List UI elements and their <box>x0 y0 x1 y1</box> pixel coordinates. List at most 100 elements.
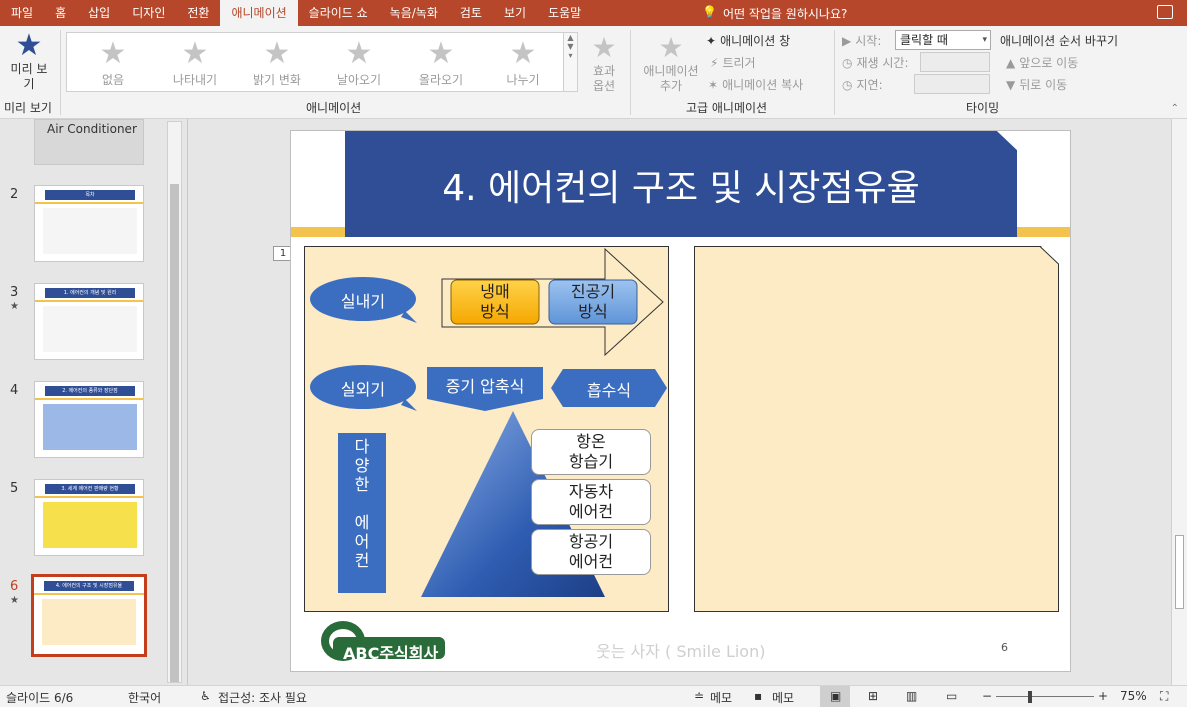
tab-1[interactable]: 홈 <box>44 0 77 26</box>
slide-thumbnail-1[interactable]: Air Conditioner <box>34 119 144 165</box>
vertical-scrollbar[interactable] <box>1171 119 1187 685</box>
ribbon: ★ 미리 보기 미리 보기 ★ 없음 ★ 나타내기 ★ 밝기 변화 ★ 날아오기 ★ 올라오기 ★ 나… <box>0 26 1187 119</box>
thumbnail-accent <box>35 300 143 302</box>
tab-8[interactable]: 검토 <box>449 0 493 26</box>
effect-options-label: 효과 옵션 <box>592 64 616 93</box>
vapor-compression-label: 증기 압축식 <box>445 377 525 396</box>
start-dropdown[interactable]: 클릭할 때 ▾ <box>895 30 991 50</box>
lightning-icon: ⚡ <box>710 55 719 70</box>
reading-view-icon[interactable]: ▥ <box>906 689 917 703</box>
add-animation-button[interactable]: ★ 애니메이션 추가 <box>638 32 704 94</box>
animation-option-5[interactable]: ★ 나누기 <box>483 37 563 88</box>
thumbnail-accent <box>35 398 143 400</box>
trigger-label: 트리거 <box>722 56 756 70</box>
notes-button[interactable]: 메모 <box>710 689 732 706</box>
star-icon: ★ <box>591 31 617 64</box>
add-animation-label: 애니메이션 추가 <box>643 64 699 93</box>
slide-sorter-icon[interactable]: ⊞ <box>868 689 878 703</box>
market-share-panel[interactable] <box>694 246 1059 612</box>
slide-thumbnail-5[interactable]: 3. 세계 에어컨 판매량 현황 <box>34 479 144 556</box>
delay-spinner[interactable] <box>914 74 990 94</box>
thumbnail-body <box>43 306 137 352</box>
indoor-label: 실내기 <box>340 292 386 311</box>
move-later-button[interactable]: ▼ 뒤로 이동 <box>1006 76 1067 93</box>
slide-count: 슬라이드 6/6 <box>6 691 74 705</box>
zoom-out-button[interactable]: − <box>982 689 992 703</box>
collapse-ribbon-icon[interactable]: ⌃ <box>1171 103 1179 114</box>
animation-option-4[interactable]: ★ 올라오기 <box>401 37 481 88</box>
animation-painter-button[interactable]: ✶ 애니메이션 복사 <box>708 76 803 93</box>
start-label-row: ▶ 시작: <box>842 32 881 49</box>
animation-gallery: ★ 없음 ★ 나타내기 ★ 밝기 변화 ★ 날아오기 ★ 올라오기 ★ 나누기 ▲ ▼ ▾ <box>66 32 578 92</box>
thumbnail-number: 4 <box>10 383 19 398</box>
triangle-down-icon: ▼ <box>1006 77 1016 92</box>
comments-button[interactable]: 메모 <box>772 689 794 706</box>
preview-button[interactable]: ★ 미리 보기 <box>4 30 54 92</box>
thumbnail-scroll-thumb[interactable] <box>170 184 179 682</box>
slide-thumbnail-6[interactable]: 4. 에어컨의 구조 및 시장점유율 <box>31 574 147 657</box>
tab-5[interactable]: 애니메이션 <box>220 0 298 26</box>
animation-option-1[interactable]: ★ 나타내기 <box>155 37 235 88</box>
play-icon: ▶ <box>842 33 852 48</box>
thumbnail-title: 4. 에어컨의 구조 및 시장점유율 <box>44 581 134 591</box>
fit-slide-icon[interactable]: ⛶ <box>1160 689 1168 704</box>
lightbulb-icon: 💡 <box>702 5 717 19</box>
comments-icon[interactable] <box>1157 5 1173 19</box>
trigger-button[interactable]: ⚡ 트리거 <box>710 54 756 71</box>
company-logo: ABC주식회사 <box>307 617 447 665</box>
ribbon-tab-bar: 파일 홈 삽입 디자인 전환 애니메이션 슬라이드 쇼 녹음/녹화 검토 보기 도움말 <box>0 0 1187 26</box>
comment-icon[interactable]: ▪ <box>754 689 762 703</box>
slide-thumbnail-2[interactable]: 목차 <box>34 185 144 262</box>
thumbnail-title: 2. 에어컨의 종류와 장단점 <box>45 386 135 396</box>
language-status[interactable]: 한국어 <box>128 689 161 706</box>
tab-2[interactable]: 삽입 <box>77 0 121 26</box>
duration-label: 재생 시간: <box>856 56 909 70</box>
start-label: 시작: <box>855 34 882 48</box>
move-earlier-button[interactable]: ▲ 앞으로 이동 <box>1006 54 1078 71</box>
tab-9[interactable]: 보기 <box>493 0 537 26</box>
slideshow-icon[interactable]: ▭ <box>946 689 957 703</box>
tab-10[interactable]: 도움말 <box>537 0 592 26</box>
accessibility-status[interactable]: 접근성: 조사 필요 <box>218 689 307 706</box>
move-earlier-label: 앞으로 이동 <box>1019 56 1079 70</box>
tab-7[interactable]: 녹음/녹화 <box>379 0 449 26</box>
star-plus-icon: ★ <box>658 31 684 64</box>
animation-option-3[interactable]: ★ 날아오기 <box>319 37 399 88</box>
animation-pane-label: 애니메이션 창 <box>720 34 791 48</box>
preview-label: 미리 보기 <box>10 62 48 91</box>
various-label: 다 양 한 에 어 컨 <box>354 437 370 570</box>
zoom-slider-thumb[interactable] <box>1028 691 1032 703</box>
slide-thumbnail-4[interactable]: 2. 에어컨의 종류와 장단점 <box>34 381 144 458</box>
chevron-down-icon: ▾ <box>982 35 987 45</box>
thumbnail-scrollbar[interactable] <box>167 121 182 683</box>
effect-options-button[interactable]: ★ 효과 옵션 <box>584 32 624 94</box>
zoom-level[interactable]: 75% <box>1120 689 1147 703</box>
zoom-in-button[interactable]: + <box>1098 689 1108 703</box>
slide-thumbnail-3[interactable]: 1. 에어컨의 개념 및 원리 <box>34 283 144 360</box>
animation-pane-icon: ✦ <box>706 33 717 48</box>
zoom-slider-track[interactable] <box>996 696 1094 697</box>
brush-icon: ✶ <box>708 77 719 92</box>
thumbnail-number: 5 <box>10 481 19 496</box>
animation-option-label: 올라오기 <box>418 73 464 87</box>
star-icon: ★ <box>427 36 455 71</box>
thumbnail-body <box>42 599 136 645</box>
delay-label-row: ◷ 지연: <box>842 76 883 93</box>
duration-spinner[interactable] <box>920 52 990 72</box>
accessibility-icon[interactable]: ♿ <box>200 689 211 703</box>
triangle-up-icon: ▲ <box>1006 55 1016 70</box>
animation-pane-button[interactable]: ✦ 애니메이션 창 <box>706 32 790 49</box>
tab-6[interactable]: 슬라이드 쇼 <box>298 0 379 26</box>
gallery-scroll[interactable]: ▲ ▼ ▾ <box>563 33 577 91</box>
slide-title[interactable]: 4. 에어컨의 구조 및 시장점유율 <box>345 159 1017 211</box>
thumbnail-title: 3. 세계 에어컨 판매량 현황 <box>45 484 135 494</box>
scroll-thumb[interactable] <box>1175 535 1184 609</box>
animation-option-2[interactable]: ★ 밝기 변화 <box>237 37 317 88</box>
tab-3[interactable]: 디자인 <box>121 0 176 26</box>
structure-panel[interactable]: 실내기 실외기 냉매 방식 진공기 방식 증기 압축식 흡수식 다 양 한 에 … <box>304 246 669 612</box>
tell-me-box[interactable]: 💡 어떤 작업을 원하시나요? <box>702 5 847 22</box>
tab-4[interactable]: 전환 <box>176 0 220 26</box>
animation-option-0[interactable]: ★ 없음 <box>73 37 153 88</box>
notes-icon[interactable]: ≐ <box>694 689 704 703</box>
tab-0[interactable]: 파일 <box>0 0 44 26</box>
